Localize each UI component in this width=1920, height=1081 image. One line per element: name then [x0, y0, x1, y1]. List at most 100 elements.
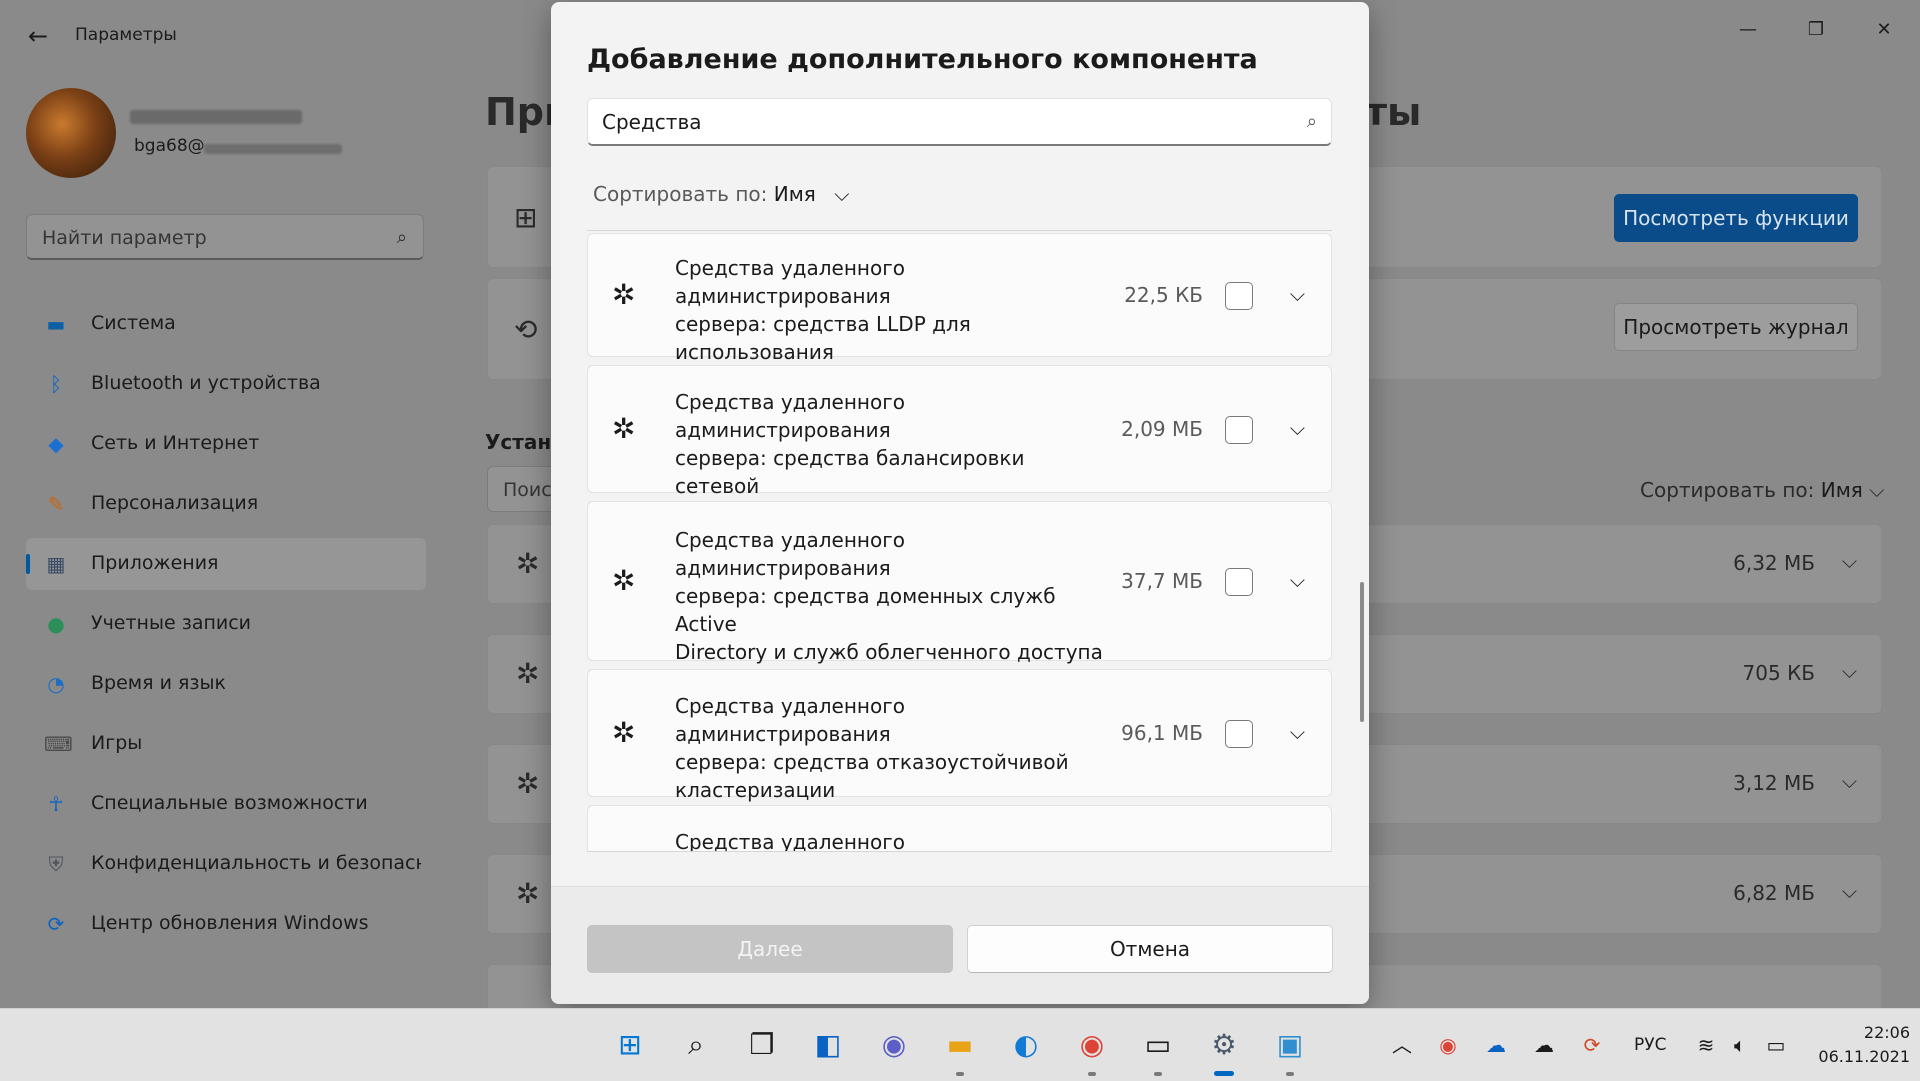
chevron-down-icon[interactable]: ⌵	[1290, 282, 1305, 306]
terminal-icon[interactable]: ▭	[1138, 1025, 1178, 1065]
back-button[interactable]: ←	[24, 22, 52, 50]
chevron-down-icon: ⌵	[1841, 769, 1857, 793]
view-features-button[interactable]: Посмотреть функции	[1614, 194, 1858, 242]
volume-icon[interactable]: 🔈︎	[1726, 1031, 1754, 1059]
feature-item[interactable]: ✲ Средства удаленного администрирования се…	[587, 501, 1332, 720]
chevron-down-icon[interactable]: ⌵	[1290, 416, 1305, 440]
clock-date[interactable]: 06.11.2021	[1800, 1047, 1910, 1066]
chevron-down-icon: ⌵	[1869, 478, 1885, 502]
user-name-redacted	[130, 110, 302, 124]
task-view-icon[interactable]: ❐	[742, 1025, 782, 1065]
sidebar-item[interactable]: ⟳ Центр обновления Windows	[26, 898, 426, 950]
sidebar-item-label: Центр обновления Windows	[91, 912, 369, 934]
view-history-button[interactable]: Просмотреть журнал	[1614, 303, 1858, 351]
chevron-down-icon: ⌵	[1841, 549, 1857, 573]
onedrive-icon[interactable]: ☁	[1482, 1031, 1510, 1059]
sidebar-item-label: Bluetooth и устройства	[91, 372, 321, 394]
installed-row-size: 705 КБ	[1742, 661, 1815, 685]
dialog-sort-value: Имя	[773, 182, 816, 206]
sidebar-item[interactable]: ▬ Система	[26, 298, 426, 350]
dialog-search-field[interactable]: ⌕	[587, 98, 1332, 146]
sidebar-item[interactable]: ⛨ Конфиденциальность и безопасность	[26, 838, 426, 890]
close-button[interactable]: ✕	[1862, 14, 1906, 46]
sidebar-item[interactable]: ☥ Специальные возможности	[26, 778, 426, 830]
chevron-down-icon[interactable]: ⌵	[1290, 568, 1305, 592]
edge-icon[interactable]: ◐	[1006, 1025, 1046, 1065]
sidebar-item[interactable]: ● Учетные записи	[26, 598, 426, 650]
avatar[interactable]	[26, 88, 116, 178]
chrome-icon[interactable]: ◉	[1072, 1025, 1112, 1065]
next-button[interactable]: Далее	[587, 925, 953, 973]
puzzle-icon: ✲	[612, 850, 635, 851]
dialog-title: Добавление дополнительного компонента	[587, 44, 1258, 75]
battery-icon[interactable]: ▭	[1762, 1031, 1790, 1059]
sidebar-item-label: Конфиденциальность и безопасность	[91, 852, 421, 874]
feature-checkbox[interactable]	[1225, 720, 1253, 748]
person-icon: ●	[47, 612, 65, 636]
dialog-sort-label: Сортировать по:	[593, 182, 768, 206]
sidebar-item[interactable]: ᛒ Bluetooth и устройства	[26, 358, 426, 410]
installed-sort[interactable]: Сортировать по: Имя ⌵	[1640, 478, 1884, 502]
cloud-icon[interactable]: ☁	[1530, 1031, 1558, 1059]
chrome-tray-icon[interactable]: ◉	[1434, 1031, 1462, 1059]
installed-row-size: 6,82 МБ	[1733, 881, 1815, 905]
feature-name-line: Средства удаленного администрирования	[675, 390, 905, 442]
feature-checkbox[interactable]	[1225, 282, 1253, 310]
feature-name-line: Средства удаленного администрирования	[675, 830, 905, 852]
remote-desktop-icon[interactable]: ▣	[1270, 1025, 1310, 1065]
feature-checkbox[interactable]	[1225, 568, 1253, 596]
input-language[interactable]: РУС	[1634, 1035, 1666, 1055]
feature-item[interactable]: ✲ Средства удаленного администрирования се…	[587, 669, 1332, 802]
sidebar-item-label: Специальные возможности	[91, 792, 368, 814]
settings-icon[interactable]: ⚙	[1204, 1025, 1244, 1065]
feature-name-line: сервера: средства балансировки сетевой	[675, 446, 1025, 498]
sidebar-item[interactable]: ◔ Время и язык	[26, 658, 426, 710]
feature-size: 37,7 МБ	[1121, 569, 1203, 593]
add-optional-feature-dialog: Добавление дополнительного компонента ⌕ …	[551, 2, 1369, 1004]
history-icon: ⟲	[514, 313, 538, 346]
feature-item[interactable]: ✲ Средства удаленного администрирования	[587, 805, 1332, 852]
dialog-search-input[interactable]	[602, 109, 1282, 135]
maximize-button[interactable]: ❐	[1794, 14, 1838, 46]
feature-size: 96,1 МБ	[1121, 721, 1203, 745]
taskbar: ⊞ ⌕ ❐ ◧ ◉ ▬ ◐ ◉ ▭ ⚙ ▣ ︿ ◉ ☁ ☁ ⟳ РУС ≋ 🔈︎…	[0, 1008, 1920, 1081]
windows-start-icon[interactable]: ⊞	[610, 1025, 650, 1065]
feature-name-line: кластеризации	[675, 778, 836, 802]
feature-item[interactable]: ✲ Средства удаленного администрирования се…	[587, 365, 1332, 526]
wifi-icon: ◆	[48, 432, 64, 456]
sidebar-item[interactable]: ⌨ Игры	[26, 718, 426, 770]
dialog-sort[interactable]: Сортировать по: Имя ⌵	[593, 182, 849, 206]
feature-name: Средства удаленного администрирования сер…	[675, 692, 1115, 804]
feature-list[interactable]: ✲ Средства удаленного администрирования се…	[587, 230, 1332, 852]
active-indicator	[1214, 1071, 1234, 1076]
puzzle-icon: ✲	[516, 657, 540, 690]
page-title-end: ты	[1365, 90, 1422, 134]
installed-sort-label: Сортировать по:	[1640, 478, 1815, 502]
settings-search-input[interactable]: Найти параметр ⌕	[26, 214, 424, 260]
sidebar-item[interactable]: ▦ Приложения	[26, 538, 426, 590]
chevron-down-icon[interactable]: ⌵	[1290, 720, 1305, 744]
feature-size: 22,5 КБ	[1124, 283, 1203, 307]
feature-name-line: сервера: средства отказоустойчивой	[675, 750, 1069, 774]
wifi-icon[interactable]: ≋	[1692, 1031, 1720, 1059]
feature-item[interactable]: ✲ Средства удаленного администрирования се…	[587, 233, 1332, 392]
chevron-down-icon: ⌵	[1841, 879, 1857, 903]
sidebar-item[interactable]: ✎ Персонализация	[26, 478, 426, 530]
installed-row-size: 3,12 МБ	[1733, 771, 1815, 795]
feature-checkbox[interactable]	[1225, 416, 1253, 444]
sync-icon[interactable]: ⟳	[1578, 1031, 1606, 1059]
clock-time[interactable]: 22:06	[1830, 1023, 1910, 1042]
teams-chat-icon[interactable]: ◉	[874, 1025, 914, 1065]
minimize-button[interactable]: —	[1726, 14, 1770, 46]
feature-list-scrollbar[interactable]	[1360, 582, 1364, 722]
sidebar-item[interactable]: ◆ Сеть и Интернет	[26, 418, 426, 470]
feature-size: 2,09 МБ	[1121, 417, 1203, 441]
installed-sort-value: Имя	[1820, 478, 1863, 502]
cancel-button[interactable]: Отмена	[967, 925, 1333, 973]
brush-icon: ✎	[47, 492, 65, 516]
widgets-icon[interactable]: ◧	[808, 1025, 848, 1065]
file-explorer-icon[interactable]: ▬	[940, 1025, 980, 1065]
search-icon[interactable]: ⌕	[676, 1025, 716, 1065]
sidebar-item-label: Сеть и Интернет	[91, 432, 260, 454]
show-hidden-icons-icon[interactable]: ︿	[1388, 1031, 1416, 1059]
